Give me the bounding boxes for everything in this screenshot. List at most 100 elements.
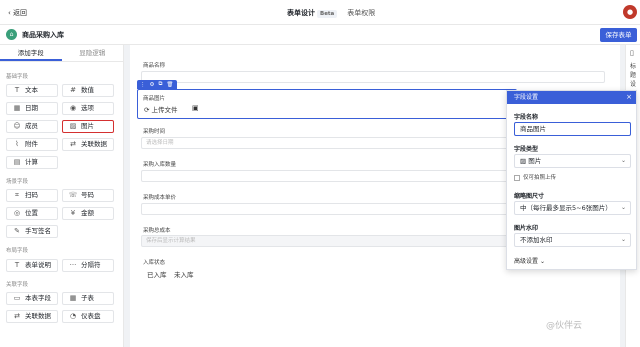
coin-icon: ¥ [70,209,76,217]
field-this-table[interactable]: ▭ 本表字段 [6,292,58,305]
field-location-label: 位置 [25,209,38,217]
number-icon: # [70,86,76,94]
field-related-data-2-label: 关联数据 [25,312,51,320]
panel-header: 字段设置 × [507,91,636,104]
field-location[interactable]: ◎ 位置 [6,207,58,220]
copy-icon[interactable]: ⧉ [158,81,162,88]
upload-button[interactable]: ⟳ 上传文件 [144,104,178,114]
label-purchase-time: 采购时间 [143,129,166,135]
link-icon: ⇄ [70,140,76,148]
field-amount[interactable]: ¥ 金额 [62,207,114,220]
location-icon: ◎ [13,209,21,217]
field-image[interactable]: ▨ 图片 [62,120,114,133]
field-number[interactable]: # 数值 [62,84,114,97]
upload-label: 上传文件 [151,106,178,114]
image-icon: ▨ [69,122,77,130]
panel-title: 字段设置 [514,94,539,101]
field-calc-label: 计算 [25,158,38,166]
field-name-value: 商品图片 [520,125,546,133]
calculator-icon: ▤ [13,158,21,166]
field-dashboard[interactable]: ◔ 仪表盘 [62,310,114,323]
label-stock-status: 入库状态 [143,260,166,266]
purchase-time-placeholder: 请选择日期 [146,140,174,146]
avatar[interactable]: ● [623,5,637,19]
panel-toggle-icon[interactable]: ▯ [630,49,634,57]
field-option[interactable]: ◉ 选项 [62,102,114,115]
tab-add-field[interactable]: 添加字段 [0,45,62,61]
top-tabs: 表单设计 Beta 表单权限 [287,8,375,18]
divider-icon: ··· [69,261,77,269]
select-thumb-size[interactable]: 中（每行最多显示5~6张图片） ⌄ [514,201,631,215]
label-field-type: 字段类型 [514,146,539,153]
settings-icon[interactable]: ⚙ [150,82,155,88]
pen-icon: ✎ [14,227,20,235]
back-link[interactable]: ‹ 返回 [8,8,27,18]
link-icon: ⇄ [14,312,20,320]
close-icon[interactable]: × [626,91,632,104]
chevron-down-icon: ⌄ [620,204,626,211]
text-icon: T [14,86,20,94]
label-product-image: 商品图片 [143,96,166,102]
checkbox-photo-only[interactable]: 仅可拍照上传 [514,173,556,181]
drag-icon[interactable]: ⋮ [140,82,146,88]
qrcode-icon[interactable]: ▣ [192,104,199,112]
save-form-button[interactable]: 保存表单 [600,28,637,42]
label-total-cost: 采购总成本 [143,228,171,234]
label-image-watermark: 图片水印 [514,225,539,232]
advanced-settings-label: 高级设置 [514,258,539,265]
field-attachment-label: 附件 [25,140,38,148]
field-text[interactable]: T 文本 [6,84,58,97]
field-divider-label: 分隔符 [81,261,101,269]
member-icon: ☺ [13,122,21,130]
tab-visibility-logic[interactable]: 显隐逻辑 [62,45,124,61]
delete-icon[interactable]: 🗑 [166,82,173,88]
advanced-settings-toggle[interactable]: 高级设置 ⌄ [514,256,545,265]
section-layout: 布局字段 [6,248,29,254]
field-attachment[interactable]: ⌇ 附件 [6,138,58,151]
input-field-name[interactable]: 商品图片 [514,122,631,136]
app-icon: ⌂ [6,29,17,40]
paperclip-icon: ⌇ [15,140,19,148]
field-member-label: 成员 [25,122,38,130]
field-related-data-label: 关联数据 [81,140,107,148]
section-basic: 基础字段 [6,74,29,80]
field-type-value: 图片 [528,157,542,165]
select-image-watermark[interactable]: 不添加水印 ⌄ [514,233,631,247]
label-thumb-size: 缩略图尺寸 [514,193,545,200]
watermark-text: @伙伴云 [546,321,583,331]
field-scan[interactable]: ⌗ 扫码 [6,189,58,202]
input-product-name[interactable] [141,71,605,83]
tab-form-design[interactable]: 表单设计 Beta [287,8,338,18]
field-divider[interactable]: ··· 分隔符 [62,259,114,272]
field-form-desc[interactable]: T 表单说明 [6,259,58,272]
field-phone[interactable]: ☏ 号码 [62,189,114,202]
field-member[interactable]: ☺ 成员 [6,120,58,133]
field-text-label: 文本 [25,86,38,94]
field-date[interactable]: ▦ 日期 [6,102,58,115]
label-unit-cost: 采购成本单价 [143,195,177,201]
table-icon: ▭ [13,294,21,302]
dashboard-icon: ◔ [69,312,77,320]
back-label: 返回 [13,9,28,17]
field-number-label: 数值 [81,86,94,94]
option-not-in-stock[interactable]: 未入库 [174,269,194,279]
field-settings-panel: 字段设置 × 字段名称 商品图片 字段类型 ▨ 图片 ⌄ 仅可拍照上传 缩略图尺寸… [506,90,637,270]
select-field-type[interactable]: ▨ 图片 ⌄ [514,154,631,168]
rail-text-3[interactable]: 设 [630,81,638,89]
rail-text-2[interactable]: 题 [630,72,638,80]
thumb-size-value: 中（每行最多显示5~6张图片） [520,204,612,212]
total-cost-placeholder: 保存后显示计算结果 [146,238,196,244]
field-subtable-label: 子表 [81,294,94,302]
calendar-icon: ▦ [13,104,21,112]
tab-form-permission[interactable]: 表单权限 [347,8,375,18]
rail-text-1[interactable]: 标 [630,63,638,71]
option-in-stock[interactable]: 已入库 [147,269,167,279]
field-related-data[interactable]: ⇄ 关联数据 [62,138,114,151]
field-signature-label: 手写签名 [25,227,51,235]
field-related-data-2[interactable]: ⇄ 关联数据 [6,310,58,323]
field-subtable[interactable]: ▦ 子表 [62,292,114,305]
checkbox-square [514,174,520,181]
chevron-down-icon: ⌄ [620,157,626,164]
field-signature[interactable]: ✎ 手写签名 [6,225,58,238]
field-calc[interactable]: ▤ 计算 [6,156,58,169]
